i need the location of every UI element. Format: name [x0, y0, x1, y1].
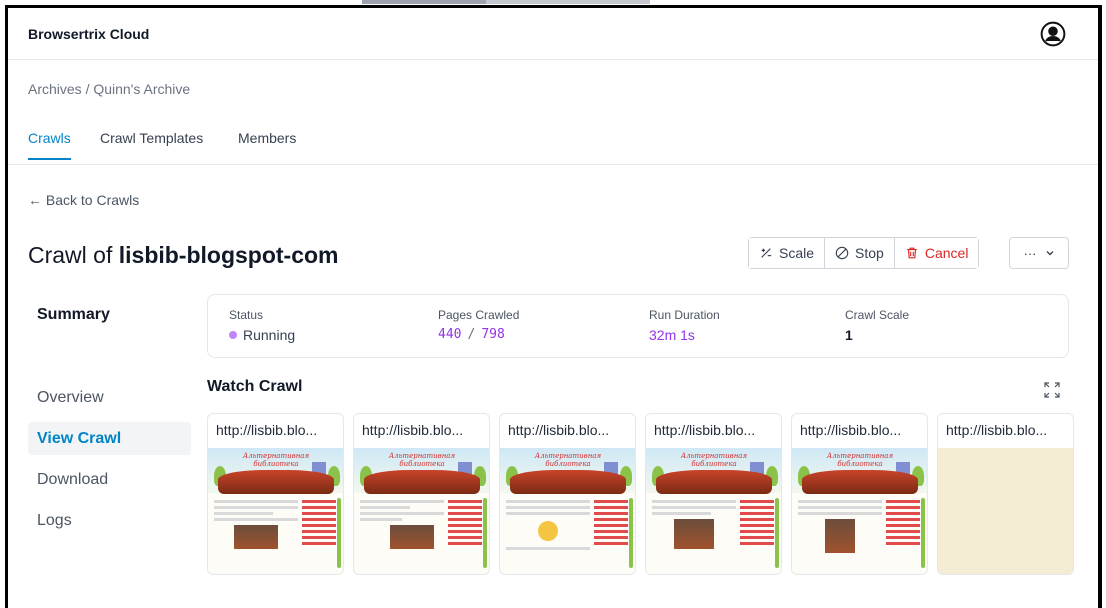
tab-crawl-templates[interactable]: Crawl Templates — [100, 130, 203, 158]
ellipsis-icon: ··· — [1023, 245, 1037, 261]
screen-url: http://lisbib.blo... — [654, 422, 756, 438]
crawl-scale-label: Crawl Scale — [845, 308, 910, 322]
browser-tab[interactable] — [362, 0, 486, 4]
scale-icon — [761, 248, 772, 258]
scale-button[interactable]: Scale — [749, 238, 826, 268]
run-duration-column: Run Duration 32m 1s — [649, 308, 720, 343]
status-value: Running — [229, 327, 295, 343]
screen-url: http://lisbib.blo... — [216, 422, 318, 438]
breadcrumb[interactable]: Archives / Quinn's Archive — [28, 81, 190, 97]
cancel-button[interactable]: Cancel — [894, 238, 979, 268]
crawl-scale-column: Crawl Scale 1 — [845, 308, 909, 343]
crawl-detail-nav: Overview View Crawl Download Logs — [28, 381, 191, 545]
screen-url: http://lisbib.blo... — [362, 422, 464, 438]
status-text: Running — [243, 327, 296, 343]
watch-crawl-heading: Watch Crawl — [207, 378, 303, 395]
crawl-screen-card[interactable]: http://lisbib.blo... Альтернативная библ… — [353, 413, 490, 575]
pages-separator: / — [467, 327, 476, 342]
crawl-scale-value: 1 — [845, 327, 853, 343]
nav-item-download[interactable]: Download — [28, 463, 191, 496]
summary-heading: Summary — [37, 306, 110, 323]
pages-total: 798 — [481, 327, 505, 342]
page-screenshot: Альтернативная библиотека — [354, 448, 489, 574]
browser-tab[interactable] — [486, 0, 650, 4]
page-screenshot: Альтернативная библиотека — [208, 448, 343, 574]
app-window: Browsertrix Cloud Archives / Quinn's Arc… — [5, 5, 1102, 608]
user-account-icon[interactable] — [1040, 21, 1066, 47]
stop-button-label: Stop — [855, 245, 884, 261]
cancel-button-label: Cancel — [924, 245, 969, 261]
crawl-screenshots: http://lisbib.blo... Альтернативная библ… — [207, 413, 1074, 575]
page-title-prefix: Crawl of — [28, 242, 119, 268]
stop-icon — [835, 246, 849, 260]
main-tabs: Crawls Crawl Templates Members — [8, 120, 1102, 165]
trash-icon — [907, 247, 917, 259]
page-screenshot: Альтернативная библиотека — [792, 448, 927, 574]
page-title: Crawl of lisbib-blogspot-com — [28, 242, 339, 269]
window-border — [1098, 8, 1102, 608]
back-to-crawls-link[interactable]: ← Back to Crawls — [28, 192, 139, 208]
page-screenshot: Альтернативная библиотека — [500, 448, 635, 574]
nav-item-logs[interactable]: Logs — [28, 504, 191, 537]
app-title[interactable]: Browsertrix Cloud — [28, 26, 149, 42]
crawl-screen-card[interactable]: http://lisbib.blo... Альтернативная библ… — [499, 413, 636, 575]
run-duration-label: Run Duration — [649, 308, 720, 322]
scale-button-label: Scale — [779, 245, 815, 261]
running-status-dot — [229, 331, 237, 339]
run-duration-value: 32m 1s — [649, 327, 695, 343]
chevron-down-icon — [1046, 251, 1053, 256]
fullscreen-icon[interactable] — [1043, 381, 1061, 399]
tab-crawls[interactable]: Crawls — [28, 130, 71, 160]
stop-button[interactable]: Stop — [825, 238, 895, 268]
crawl-actions: Scale Stop Cancel — [748, 237, 980, 269]
page-screenshot: Альтернативная библиотека — [646, 448, 781, 574]
screen-url: http://lisbib.blo... — [800, 422, 902, 438]
pages-crawled-column: Pages Crawled 440 / 798 — [438, 308, 519, 342]
app-header: Browsertrix Cloud — [8, 8, 1102, 60]
status-label: Status — [229, 308, 264, 322]
pages-crawled-value: 440 / 798 — [438, 327, 519, 342]
crawl-screen-card[interactable]: http://lisbib.blo... Альтернативная библ… — [645, 413, 782, 575]
pages-done: 440 — [438, 327, 462, 342]
nav-item-view-crawl[interactable]: View Crawl — [28, 422, 191, 455]
crawl-screen-card[interactable]: http://lisbib.blo... — [937, 413, 1074, 575]
status-column: Status Running — [229, 308, 295, 343]
crawl-screen-card[interactable]: http://lisbib.blo... Альтернативная библ… — [791, 413, 928, 575]
more-actions-button[interactable]: ··· — [1009, 237, 1069, 269]
crawl-summary-card: Status Running Pages Crawled 440 / 798 R… — [207, 294, 1069, 358]
nav-item-overview[interactable]: Overview — [28, 381, 191, 414]
page-title-name: lisbib-blogspot-com — [118, 242, 339, 268]
page-screenshot-loading — [938, 448, 1073, 574]
tab-members[interactable]: Members — [238, 130, 296, 158]
pages-crawled-label: Pages Crawled — [438, 308, 520, 322]
screen-url: http://lisbib.blo... — [946, 422, 1048, 438]
crawl-screen-card[interactable]: http://lisbib.blo... Альтернативная библ… — [207, 413, 344, 575]
screen-url: http://lisbib.blo... — [508, 422, 610, 438]
